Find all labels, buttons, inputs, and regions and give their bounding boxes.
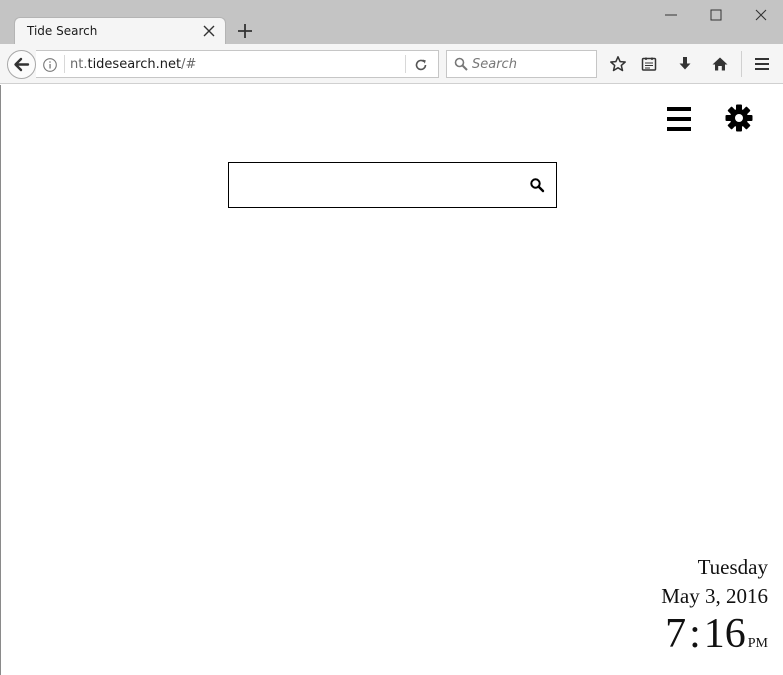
clock-minute: 16 <box>703 611 746 657</box>
tab-tide-search[interactable]: Tide Search <box>14 17 226 45</box>
back-button[interactable] <box>7 50 36 79</box>
info-icon[interactable] <box>42 57 58 73</box>
page-content: Tuesday May 3, 2016 7:16 PM <box>0 85 783 675</box>
clock-hour: 7 <box>665 611 687 657</box>
menu-icon[interactable] <box>667 106 691 132</box>
clock-time: 7:16 PM <box>661 611 768 667</box>
url-divider <box>64 55 65 73</box>
url-host: tidesearch.net <box>87 57 182 72</box>
plus-icon[interactable] <box>236 22 254 40</box>
minimize-icon[interactable] <box>662 7 680 23</box>
reading-list-icon[interactable] <box>640 55 658 73</box>
title-bar: Tide Search <box>0 0 783 45</box>
close-icon[interactable] <box>201 23 217 39</box>
home-icon[interactable] <box>711 55 729 73</box>
browser-search-placeholder: Search <box>472 57 517 72</box>
download-icon[interactable] <box>676 55 694 73</box>
back-arrow-icon <box>14 57 30 72</box>
reload-divider <box>405 55 406 73</box>
star-icon[interactable] <box>609 55 627 73</box>
tab-title: Tide Search <box>27 24 98 38</box>
url-suffix: /# <box>181 57 197 72</box>
hamburger-icon[interactable] <box>753 55 771 73</box>
page-left-edge <box>0 85 1 675</box>
clock-ampm: PM <box>747 636 768 651</box>
url-prefix: nt. <box>70 57 88 72</box>
toolbar-separator <box>741 51 742 77</box>
maximize-icon[interactable] <box>707 7 725 23</box>
main-search-box <box>228 162 557 208</box>
clock-widget: Tuesday May 3, 2016 7:16 PM <box>661 553 768 667</box>
clock-separator: : <box>689 611 701 657</box>
search-icon[interactable] <box>529 177 545 193</box>
url-text[interactable]: nt.tidesearch.net/# <box>70 57 196 72</box>
main-search-input[interactable] <box>233 167 523 203</box>
gear-icon[interactable] <box>725 104 753 132</box>
search-icon <box>454 57 468 71</box>
reload-icon[interactable] <box>413 57 429 73</box>
browser-search-box[interactable]: Search <box>446 50 597 78</box>
clock-day: Tuesday <box>697 555 768 579</box>
window-close-icon[interactable] <box>752 7 770 23</box>
clock-date: May 3, 2016 <box>661 584 768 608</box>
url-bar[interactable]: nt.tidesearch.net/# <box>36 50 439 78</box>
navigation-toolbar: nt.tidesearch.net/# Search <box>0 44 783 84</box>
